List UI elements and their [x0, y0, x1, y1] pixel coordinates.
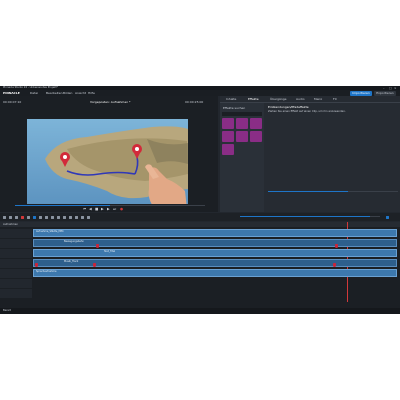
timeline-clip[interactable]: Sprachaufnahme	[33, 269, 397, 277]
track-header-7[interactable]	[0, 289, 32, 298]
tool-icon-2[interactable]	[9, 215, 12, 219]
timeline-ruler[interactable]: Aufnahmen	[0, 222, 400, 227]
status-bar: Bereit	[0, 308, 400, 314]
keyframe-marker[interactable]	[333, 263, 336, 267]
effect-tile-3[interactable]	[250, 118, 262, 129]
timeline-project-label: Aufnahmen	[3, 222, 18, 226]
clip-label-4: Musik_Track	[64, 260, 79, 263]
effect-tile-crop[interactable]	[222, 118, 234, 129]
timeline-clip[interactable]: Bewegungsbahn	[33, 239, 397, 247]
zoom-slider-fill	[240, 216, 370, 217]
preview-controls: ⏮ ◀ ■ ▶ ▶ ⏭ ●	[0, 204, 218, 212]
tool-icon-9[interactable]	[51, 215, 54, 219]
effect-tile-path[interactable]	[222, 131, 234, 142]
track-header-3[interactable]	[0, 249, 32, 258]
breadcrumb: Einblendungen/Pfadeffekte	[268, 105, 309, 109]
tool-icon-4[interactable]	[21, 215, 24, 219]
menu-item-view[interactable]: Ansicht	[75, 91, 86, 95]
status-text: Bereit	[3, 309, 11, 312]
skip-back-icon[interactable]: ⏮	[83, 207, 86, 211]
track-header-5[interactable]	[0, 269, 32, 278]
tool-icon-1[interactable]	[3, 215, 6, 219]
step-back-icon[interactable]: ◀	[89, 207, 92, 211]
track-lane-1: Aufnahme_Städte_MP4	[33, 229, 398, 238]
export-button[interactable]: Exportieren	[374, 90, 396, 96]
map-video-image	[27, 119, 188, 209]
clip-label-1: Aufnahme_Städte_MP4	[36, 230, 64, 233]
library-panel: Inhalte Effekte Übergänge Audio Menü FX …	[220, 96, 400, 212]
tool-icon-8[interactable]	[45, 215, 48, 219]
tab-fx[interactable]: FX	[333, 97, 337, 101]
effect-tile-transform[interactable]	[236, 118, 248, 129]
preview-scrubber-track[interactable]	[15, 205, 205, 206]
timeline-clip[interactable]: Aufnahme_Städte_MP4	[33, 229, 397, 237]
effect-tile-7[interactable]	[222, 144, 234, 155]
panel-scroll-thumb[interactable]	[268, 191, 348, 192]
stop-icon[interactable]: ■	[95, 207, 98, 211]
tool-icon-12[interactable]	[69, 215, 72, 219]
app-logo: PINNACLE	[3, 91, 20, 95]
track-header-6[interactable]	[0, 279, 32, 288]
keyframe-marker[interactable]	[335, 244, 338, 248]
tool-icon-10[interactable]	[57, 215, 60, 219]
timecode-right: 00:00:25:00	[185, 100, 204, 104]
record-icon[interactable]: ●	[120, 207, 123, 211]
keyframe-marker[interactable]	[35, 263, 38, 267]
tool-icon-15[interactable]	[87, 215, 90, 219]
menu-item-file[interactable]: Datei	[30, 91, 38, 95]
track-lane-2: Bewegungsbahn	[33, 239, 398, 248]
effect-tile-5[interactable]	[236, 131, 248, 142]
play-icon[interactable]: ▶	[101, 207, 104, 211]
timeline-settings-icon[interactable]	[386, 215, 389, 219]
timeline-clip[interactable]: Musik_Track	[33, 259, 397, 267]
tool-icon-3[interactable]	[15, 215, 18, 219]
step-forward-icon[interactable]: ▶	[107, 207, 110, 211]
track-header-1[interactable]	[0, 229, 32, 238]
menu-item-edit[interactable]: Bearbeiten	[46, 91, 62, 95]
track-header-2[interactable]	[0, 239, 32, 248]
track-lane-5: Sprachaufnahme	[33, 269, 398, 278]
preview-panel: 00:00:07:10 Vorgeposten: Aufnahmen * 00:…	[0, 96, 218, 212]
timecode-left: 00:00:07:10	[3, 100, 22, 104]
tab-audio[interactable]: Audio	[296, 97, 305, 101]
effect-tile-6[interactable]	[250, 131, 262, 142]
tool-icon-6[interactable]	[33, 215, 36, 219]
keyframe-marker[interactable]	[96, 244, 99, 248]
import-button[interactable]: Importieren	[350, 90, 372, 96]
tool-icon-11[interactable]	[63, 215, 66, 219]
preview-scrubber-fill	[15, 205, 110, 206]
tab-transitions[interactable]: Übergänge	[270, 97, 287, 101]
track-header-4[interactable]	[0, 259, 32, 268]
panel-info-text: Ziehen Sie einen Effekt auf einen Clip, …	[268, 110, 346, 113]
tab-effects[interactable]: Effekte	[248, 97, 259, 101]
effects-category-column: Effekte suchen	[220, 103, 264, 212]
zoom-slider-track[interactable]	[240, 216, 380, 217]
app-window: Pinnacle Studio 24 - Unbenanntes Projekt…	[0, 86, 400, 314]
tool-icon-14[interactable]	[81, 215, 84, 219]
clip-label-2: Bewegungsbahn	[64, 240, 84, 243]
preview-title: Vorgeposten: Aufnahmen *	[90, 100, 131, 104]
clip-label-5: Sprachaufnahme	[36, 270, 57, 273]
track-lane-4: Musik_Track	[33, 259, 398, 268]
tool-icon-5[interactable]	[27, 215, 30, 219]
skip-forward-icon[interactable]: ⏭	[113, 207, 116, 211]
timeline-clip[interactable]: Text_Titel	[33, 249, 397, 257]
effects-search-input[interactable]	[222, 112, 262, 116]
video-frame[interactable]	[27, 119, 188, 209]
timeline-toolbar	[0, 213, 400, 221]
clip-label-3: Text_Titel	[104, 250, 116, 253]
effects-section-label: Effekte suchen	[223, 106, 246, 110]
tab-content[interactable]: Inhalte	[226, 97, 236, 101]
track-lane-3: Text_Titel	[33, 249, 398, 258]
tab-menu[interactable]: Menü	[314, 97, 322, 101]
tool-icon-13[interactable]	[75, 215, 78, 219]
panel-scroll-track[interactable]	[268, 191, 398, 192]
keyframe-marker[interactable]	[93, 263, 96, 267]
tool-icon-7[interactable]	[39, 215, 42, 219]
menu-item-help[interactable]: Hilfe	[88, 91, 95, 95]
menu-item-create[interactable]: Bilden	[63, 91, 72, 95]
timeline-area: Aufnahmen Aufnahme_Städte_MP4 Bewegungsb…	[0, 222, 400, 308]
